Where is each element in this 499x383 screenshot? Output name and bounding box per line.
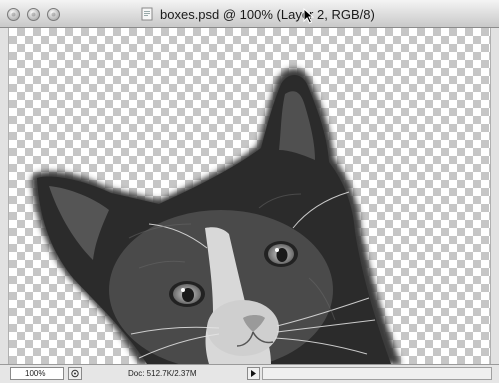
image-canvas[interactable] <box>9 28 490 364</box>
close-button[interactable] <box>7 8 20 21</box>
window-title: boxes.psd @ 100% (Layer 2, RGB/8) <box>160 6 375 22</box>
document-icon <box>141 7 153 21</box>
status-bar: 100% Doc: 512.7K/2.37M <box>0 364 499 383</box>
play-arrow-icon <box>251 370 256 377</box>
window-title-group: boxes.psd @ 100% (Layer 2, RGB/8) <box>140 6 375 22</box>
zoom-icon <box>51 12 56 17</box>
kitten-photo <box>31 68 401 364</box>
navigator-icon <box>71 369 79 378</box>
zoom-button[interactable] <box>47 8 60 21</box>
minimize-icon <box>31 12 36 17</box>
document-window: boxes.psd @ 100% (Layer 2, RGB/8) 100% D… <box>0 0 499 383</box>
close-icon <box>11 12 16 17</box>
zoom-level-field[interactable]: 100% <box>10 367 64 380</box>
status-menu-button[interactable] <box>247 367 260 380</box>
canvas-left-margin <box>0 28 9 364</box>
horizontal-scrollbar[interactable] <box>262 367 492 380</box>
title-bar[interactable]: boxes.psd @ 100% (Layer 2, RGB/8) <box>0 0 499 28</box>
canvas-right-margin <box>490 28 499 364</box>
minimize-button[interactable] <box>27 8 40 21</box>
mouse-pointer-icon <box>303 8 314 24</box>
document-info-text: Doc: 512.7K/2.37M <box>128 369 197 378</box>
navigator-button[interactable] <box>68 367 82 380</box>
